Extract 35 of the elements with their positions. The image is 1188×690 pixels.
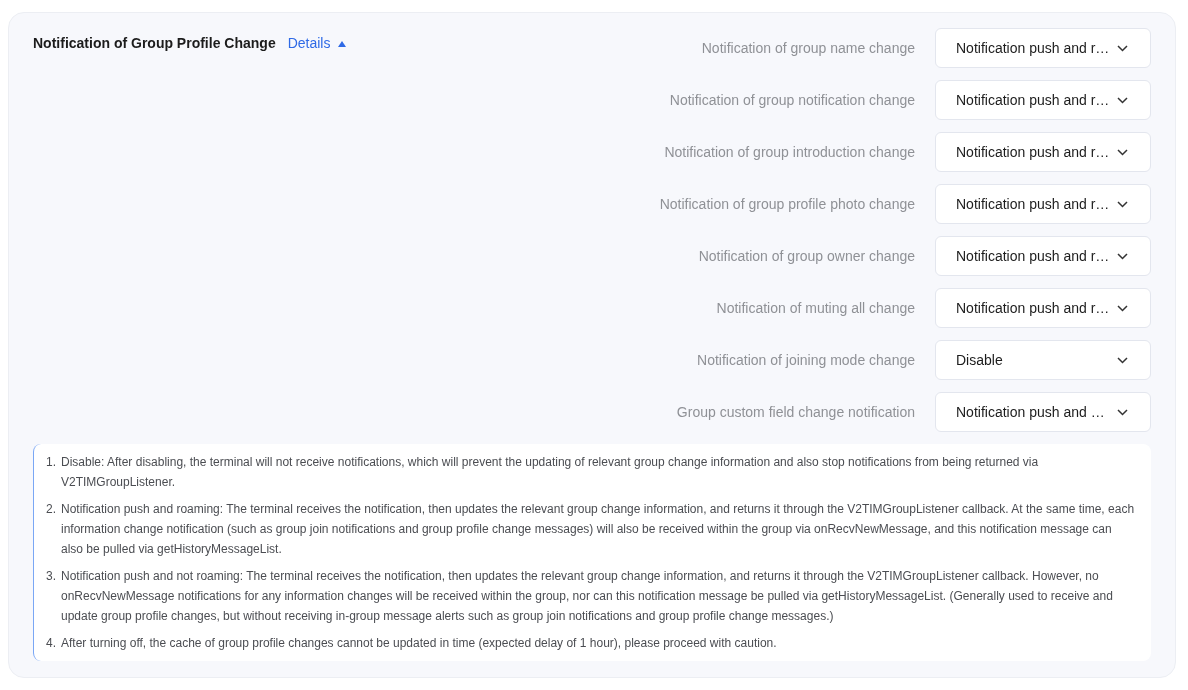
note-number: 3.	[46, 568, 56, 585]
chevron-down-icon	[1117, 408, 1128, 416]
select-dropdown[interactable]: Disable	[935, 340, 1151, 380]
select-dropdown[interactable]: Notification push and r…	[935, 132, 1151, 172]
chevron-down-icon	[1117, 148, 1128, 156]
note-text: Disable: After disabling, the terminal will not receive notifications, which will prevent the updating of relevant group change information and also stop notifications from being returned via V2TIMGroupListener.	[61, 454, 1040, 491]
select-dropdown[interactable]: Notification push and r…	[935, 236, 1151, 276]
note-number: 4.	[46, 635, 56, 652]
setting-label: Notification of group notification change	[669, 90, 915, 110]
setting-label: Notification of joining mode change	[697, 350, 915, 370]
select-dropdown[interactable]: Notification push and r…	[935, 80, 1151, 120]
select-dropdown[interactable]: Notification push and r…	[935, 184, 1151, 224]
details-link[interactable]: Details	[287, 33, 347, 54]
chevron-down-icon	[1117, 200, 1128, 208]
note-text: Notification push and not roaming: The terminal receives the notification, then updates the relevant group change information, and returns it through the V2TIMGroupListener callback. However, no onRecvNewMessage notifications for any information changes will be received within the group, nor can this notification message be pulled via getHistoryMessageList. (Generally used to receive and update group profile changes, but without receiving in-group message alerts such as group join notifications and group profile change messages.)	[61, 568, 1114, 625]
chevron-down-icon	[1117, 96, 1128, 104]
note-text: Notification push and roaming: The terminal receives the notification, then updates the relevant group change information, and returns it through the V2TIMGroupListener callback. At the same time, each information change notification (such as group join notifications and group profile change messages) will also be received within the group via onRecvNewMessage, and this notification message can also be pulled via getHistoryMessageList.	[61, 501, 1135, 558]
setting-label: Notification of group name change	[701, 38, 915, 58]
note-number: 1.	[46, 454, 56, 471]
chevron-down-icon	[1117, 356, 1128, 364]
note-text: After turning off, the cache of group profile changes cannot be updated in time (expected delay of 1 hour), please proceed with caution.	[61, 635, 777, 652]
caret-up-icon	[338, 40, 347, 47]
setting-label: Group custom field change notification	[676, 402, 915, 422]
setting-label: Notification of muting all change	[716, 298, 915, 318]
setting-label: Notification of group introduction change	[664, 142, 915, 162]
setting-label: Notification of group profile photo change	[659, 194, 915, 214]
select-dropdown[interactable]: Notification push and r…	[935, 288, 1151, 328]
select-dropdown[interactable]: Notification push and r…	[935, 28, 1151, 68]
note-number: 2.	[46, 501, 56, 518]
chevron-down-icon	[1117, 44, 1128, 52]
chevron-down-icon	[1117, 304, 1128, 312]
setting-label: Notification of group owner change	[698, 246, 915, 266]
chevron-down-icon	[1117, 252, 1128, 260]
select-dropdown[interactable]: Notification push and …	[935, 392, 1151, 432]
section-title: Notification of Group Profile Change	[33, 34, 276, 53]
